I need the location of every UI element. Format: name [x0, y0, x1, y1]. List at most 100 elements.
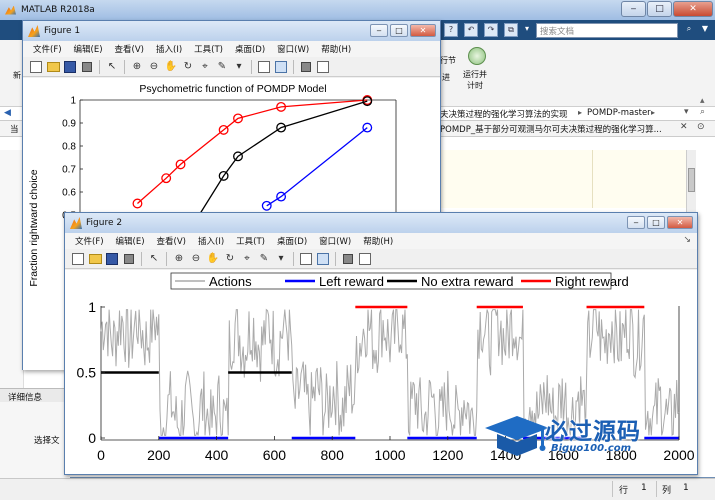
menu-insert[interactable]: 插入(I): [156, 43, 182, 55]
brush-dropdown-icon[interactable]: ▾: [274, 252, 288, 266]
hide-plot-tools-icon[interactable]: [341, 252, 355, 266]
graduation-cap-icon: [485, 416, 549, 456]
print-icon[interactable]: [122, 252, 136, 266]
data-cursor-icon[interactable]: ⌖: [198, 60, 212, 74]
menu-window[interactable]: 窗口(W): [277, 43, 309, 55]
minimize-button[interactable]: ‒: [621, 1, 646, 17]
menu-file[interactable]: 文件(F): [75, 235, 104, 247]
colorbar-icon[interactable]: [257, 60, 271, 74]
menu-file[interactable]: 文件(F): [33, 43, 62, 55]
figure-icon: [28, 25, 40, 37]
hide-plot-tools-icon[interactable]: [299, 60, 313, 74]
x-tick-label: 400: [205, 447, 229, 463]
back-arrow-icon[interactable]: ◀: [4, 108, 11, 118]
figure-2-title-bar[interactable]: Figure 2 ‒ □ ✕: [65, 213, 697, 233]
advance-label[interactable]: 进: [442, 72, 450, 83]
series-line-0: [137, 99, 368, 204]
zoom-in-icon[interactable]: ⊕: [130, 60, 144, 74]
menu-view[interactable]: 查看(V): [115, 43, 144, 55]
new-figure-icon[interactable]: [29, 60, 43, 74]
pan-icon[interactable]: ✋: [206, 252, 220, 266]
zoom-out-icon[interactable]: ⊖: [189, 252, 203, 266]
redo-icon[interactable]: ↷: [484, 23, 498, 37]
figure-1-close-button[interactable]: ✕: [410, 24, 436, 37]
editor-scrollbar[interactable]: [686, 150, 696, 212]
switch-windows-icon[interactable]: ⧉: [504, 23, 518, 37]
dock-arrow-icon[interactable]: ↘: [683, 235, 691, 245]
open-file-icon[interactable]: [88, 252, 102, 266]
figure-1-maximize-button[interactable]: □: [390, 24, 408, 37]
brush-icon[interactable]: ✎: [257, 252, 271, 266]
run-and-time-label[interactable]: 运行并: [463, 69, 487, 80]
maximize-button[interactable]: □: [647, 1, 672, 17]
print-icon[interactable]: [80, 60, 94, 74]
dropdown-arrow-icon[interactable]: ▾: [522, 23, 532, 37]
run-section-label[interactable]: 行节: [440, 55, 456, 66]
legend-label: Actions: [209, 274, 252, 289]
menu-insert[interactable]: 插入(I): [198, 235, 224, 247]
path-segment-1[interactable]: 夫决策过程的强化学习算法的实现: [440, 108, 568, 120]
menu-edit[interactable]: 编辑(E): [116, 235, 145, 247]
figure-1-toolbar: ↖ ⊕ ⊖ ✋ ↻ ⌖ ✎ ▾: [23, 57, 440, 77]
menu-help[interactable]: 帮助(H): [363, 235, 393, 247]
legend-label: Left reward: [319, 274, 384, 289]
menu-tools[interactable]: 工具(T): [194, 43, 223, 55]
search-documentation-input[interactable]: 搜索文档: [536, 23, 678, 38]
show-plot-tools-icon[interactable]: [316, 60, 330, 74]
legend-icon[interactable]: [274, 60, 288, 74]
zoom-in-icon[interactable]: ⊕: [172, 252, 186, 266]
path-dropdown-icon[interactable]: ▾: [684, 107, 689, 117]
figure-2-close-button[interactable]: ✕: [667, 216, 693, 229]
rotate-icon[interactable]: ↻: [223, 252, 237, 266]
data-cursor-icon[interactable]: ⌖: [240, 252, 254, 266]
edit-plot-icon[interactable]: ↖: [147, 252, 161, 266]
close-tab-icon[interactable]: ✕: [680, 122, 688, 132]
new-figure-icon[interactable]: [71, 252, 85, 266]
menu-view[interactable]: 查看(V): [157, 235, 186, 247]
run-and-time-label-2[interactable]: 计时: [467, 80, 483, 91]
search-icon[interactable]: ⌕: [682, 23, 696, 37]
brush-dropdown-icon[interactable]: ▾: [232, 60, 246, 74]
menu-desktop[interactable]: 桌面(D): [277, 235, 307, 247]
figure-1-title: Figure 1: [44, 26, 81, 36]
menu-edit[interactable]: 编辑(E): [74, 43, 103, 55]
save-icon[interactable]: [105, 252, 119, 266]
path-segment-2[interactable]: POMDP-master: [587, 108, 651, 118]
close-button[interactable]: ✕: [673, 1, 713, 17]
rotate-icon[interactable]: ↻: [181, 60, 195, 74]
filter-icon[interactable]: ▼: [698, 23, 712, 37]
col-value: 1: [683, 483, 689, 493]
colorbar-icon[interactable]: [299, 252, 313, 266]
open-file-icon[interactable]: [46, 60, 60, 74]
menu-tools[interactable]: 工具(T): [236, 235, 265, 247]
legend-icon[interactable]: [316, 252, 330, 266]
figure-1-minimize-button[interactable]: ‒: [370, 24, 388, 37]
y-tick-label: 1: [88, 299, 96, 315]
figure-2-minimize-button[interactable]: ‒: [627, 216, 645, 229]
figure-1-title-bar[interactable]: Figure 1 ‒ □ ✕: [23, 21, 440, 41]
browse-folder-icon[interactable]: ⌕: [700, 107, 705, 117]
menu-window[interactable]: 窗口(W): [319, 235, 351, 247]
undo-icon[interactable]: ↶: [464, 23, 478, 37]
y-tick-label: 0.8: [62, 142, 76, 153]
details-panel-header[interactable]: 详细信息: [0, 388, 70, 403]
brush-icon[interactable]: ✎: [215, 60, 229, 74]
show-plot-tools-icon[interactable]: [358, 252, 372, 266]
row-label: 行: [619, 486, 629, 496]
pan-icon[interactable]: ✋: [164, 60, 178, 74]
help-icon[interactable]: ?: [444, 23, 458, 37]
edit-plot-icon[interactable]: ↖: [105, 60, 119, 74]
x-tick-label: 1200: [432, 447, 463, 463]
chart-title: Psychometric function of POMDP Model: [139, 83, 326, 95]
save-icon[interactable]: [63, 60, 77, 74]
new-button-label[interactable]: 新: [13, 70, 21, 81]
editor-area[interactable]: [438, 150, 686, 208]
figure-2-maximize-button[interactable]: □: [647, 216, 665, 229]
run-and-time-icon[interactable]: [468, 47, 486, 65]
collapse-ribbon-icon[interactable]: ▴: [700, 96, 705, 106]
tab-menu-icon[interactable]: ⊙: [697, 122, 705, 132]
menu-desktop[interactable]: 桌面(D): [235, 43, 265, 55]
zoom-out-icon[interactable]: ⊖: [147, 60, 161, 74]
editor-tab[interactable]: POMDP_基于部分可观测马尔可夫决策过程的强化学习算...: [440, 123, 662, 135]
menu-help[interactable]: 帮助(H): [321, 43, 351, 55]
